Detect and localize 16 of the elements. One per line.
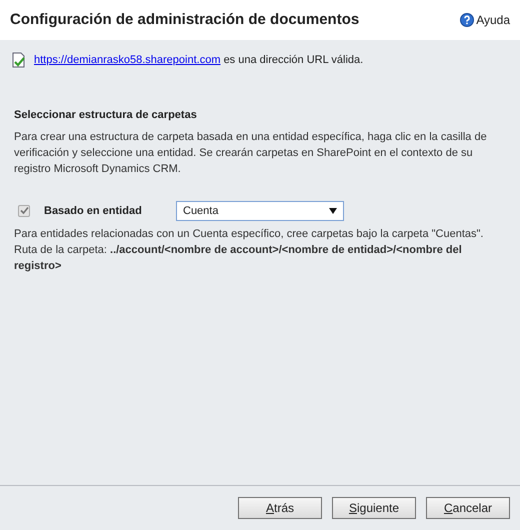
dialog-button[interactable]: Siguiente	[332, 497, 416, 519]
help-icon	[460, 13, 474, 27]
url-status-text: https://demianrasko58.sharepoint.com es una dirección URL válida.	[34, 53, 364, 68]
entity-checkbox-label: Basado en entidad	[44, 204, 143, 218]
dropdown-arrow-icon	[329, 208, 337, 214]
dialog-button[interactable]: Cancelar	[426, 497, 510, 519]
window-title: Configuración de administración de documentos	[10, 10, 360, 30]
section-description: Para crear una estructura de carpeta basada en una entidad específica, haga clic en la casilla de verificación y seleccione una entidad. Se crearán carpetas en SharePoint en el contexto de su registro Microsoft Dynamics CRM.	[14, 130, 488, 176]
entity-dropdown[interactable]: Cuenta	[176, 200, 344, 220]
dialog-button[interactable]: Atrás	[238, 497, 322, 519]
document-check-icon	[12, 52, 26, 68]
note-text: Para entidades relacionadas con un Cuenta específico, cree carpetas bajo la carpeta "Cuentas".	[14, 226, 484, 242]
help-link[interactable]: Ayuda	[460, 11, 510, 29]
section-heading: Seleccionar estructura de carpetas	[14, 108, 198, 122]
folder-path-text: Ruta de la carpeta: ../account/<nombre de account>/<nombre de entidad>/<nombre del registro>	[14, 242, 463, 274]
url-link[interactable]: https://demianrasko58.sharepoint.com	[34, 54, 220, 66]
